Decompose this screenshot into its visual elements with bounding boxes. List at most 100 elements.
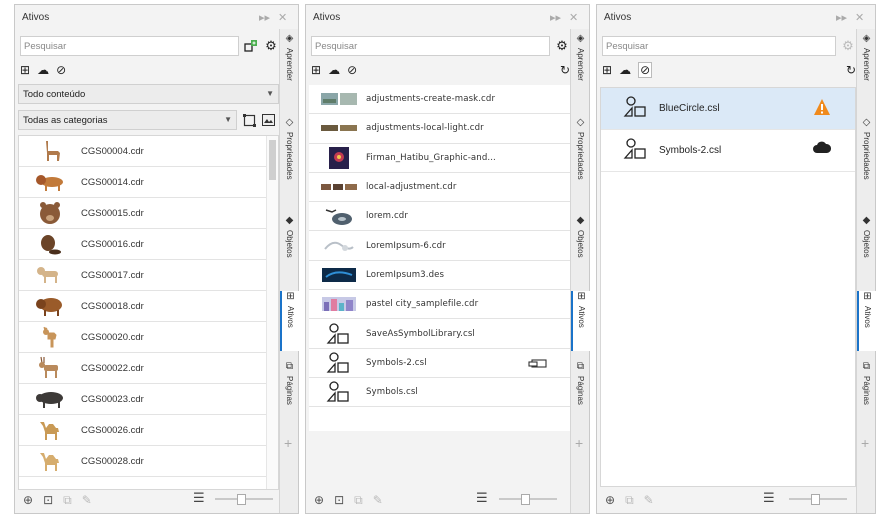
- local-network-icon[interactable]: ⊞: [20, 63, 30, 77]
- warning-icon[interactable]: [813, 98, 831, 119]
- expand-icon[interactable]: ▸▸: [259, 11, 270, 24]
- refresh-icon[interactable]: ↻: [560, 63, 570, 77]
- list-item[interactable]: CGS00023.cdr: [19, 384, 278, 415]
- gear-icon[interactable]: ⚙: [263, 37, 279, 55]
- list-item[interactable]: local-adjustment.cdr: [309, 173, 570, 203]
- search-input[interactable]: Pesquisar: [311, 36, 550, 56]
- list-item[interactable]: Symbols.csl: [309, 378, 570, 408]
- new-folder-icon[interactable]: ⊡: [43, 493, 53, 507]
- new-library-icon[interactable]: ⊕: [314, 493, 324, 507]
- tab-ativos[interactable]: ⊞ Ativos: [857, 291, 876, 351]
- new-library-icon[interactable]: ⊕: [23, 493, 33, 507]
- list-item[interactable]: pastel city_samplefile.cdr: [309, 290, 570, 320]
- refresh-icon[interactable]: ↻: [846, 63, 856, 77]
- close-icon[interactable]: ✕: [278, 11, 287, 24]
- list-item[interactable]: CGS00004.cdr: [19, 136, 278, 167]
- local-network-icon[interactable]: ⊞: [602, 63, 612, 77]
- tab-aprender[interactable]: ◈ Aprender: [857, 33, 876, 97]
- list-item[interactable]: LoremIpsum-6.cdr: [309, 231, 570, 261]
- tab-ativos[interactable]: ⊞ Ativos: [280, 291, 299, 351]
- add-tab-icon[interactable]: +: [575, 435, 583, 451]
- tab-paginas[interactable]: ⧉ Páginas: [857, 361, 876, 423]
- item-name: Firman_Hatibu_Graphic-and...: [366, 152, 496, 163]
- slider-knob[interactable]: [237, 494, 246, 505]
- category-dropdown[interactable]: Todas as categorias ▼: [18, 110, 237, 130]
- image-view-icon[interactable]: [260, 111, 276, 129]
- tab-propriedades[interactable]: ◇ Propriedades: [280, 117, 299, 201]
- list-item[interactable]: CGS00028.cdr: [19, 446, 278, 477]
- list-item[interactable]: Firman_Hatibu_Graphic-and...: [309, 144, 570, 173]
- tab-ativos[interactable]: ⊞ Ativos: [571, 291, 590, 351]
- thumbnail-size-slider[interactable]: [789, 494, 847, 505]
- add-tab-icon[interactable]: +: [284, 435, 292, 451]
- copy-icon[interactable]: ⧉: [625, 493, 634, 508]
- copy-icon[interactable]: ⧉: [63, 493, 72, 508]
- tab-paginas[interactable]: ⧉ Páginas: [571, 361, 590, 423]
- list-view-icon[interactable]: ☰: [763, 491, 775, 506]
- cloud-icon[interactable]: ☁: [37, 63, 49, 77]
- item-name: Symbols-2.csl: [659, 145, 722, 156]
- new-folder-icon[interactable]: ⊡: [334, 493, 344, 507]
- close-icon[interactable]: ✕: [855, 11, 864, 24]
- link-icon[interactable]: ⊘: [347, 63, 357, 77]
- edit-icon[interactable]: ✎: [644, 493, 654, 507]
- thumbnail-size-slider[interactable]: [215, 494, 273, 505]
- tab-aprender[interactable]: ◈ Aprender: [571, 33, 590, 97]
- list-view-icon[interactable]: ☰: [193, 491, 205, 506]
- lion-icon: [32, 170, 68, 194]
- list-item[interactable]: CGS00015.cdr: [19, 198, 278, 229]
- tab-objetos[interactable]: ◆ Objetos: [857, 215, 876, 275]
- cloud-icon[interactable]: [813, 140, 832, 157]
- tab-aprender[interactable]: ◈ Aprender: [280, 33, 299, 97]
- item-name: lorem.cdr: [366, 211, 408, 222]
- copy-icon[interactable]: ⧉: [354, 493, 363, 508]
- list-item[interactable]: CGS00020.cdr: [19, 322, 278, 353]
- list-item[interactable]: adjustments-create-mask.cdr: [309, 85, 570, 115]
- local-network-icon[interactable]: ⊞: [311, 63, 321, 77]
- cloud-icon[interactable]: ☁: [328, 63, 340, 77]
- scrollbar-thumb[interactable]: [269, 140, 276, 180]
- close-icon[interactable]: ✕: [569, 11, 578, 24]
- add-tab-icon[interactable]: +: [861, 435, 869, 451]
- scrollbar[interactable]: [266, 136, 278, 489]
- frame-icon[interactable]: [241, 111, 257, 129]
- new-library-icon[interactable]: ⊕: [605, 493, 615, 507]
- list-item[interactable]: lorem.cdr: [309, 202, 570, 232]
- expand-icon[interactable]: ▸▸: [836, 11, 847, 24]
- content-filter-dropdown[interactable]: Todo conteúdo ▼: [18, 84, 279, 104]
- asset-list: adjustments-create-mask.cdr adjustments-…: [309, 85, 570, 431]
- list-item[interactable]: adjustments-local-light.cdr: [309, 114, 570, 144]
- tab-objetos[interactable]: ◆ Objetos: [571, 215, 590, 275]
- docker-tabs: ◈ Aprender ◇ Propriedades ◆ Objetos ⊞ At…: [279, 29, 299, 513]
- gear-icon[interactable]: ⚙: [840, 37, 856, 55]
- link-icon[interactable]: ⊘: [638, 62, 653, 78]
- list-item[interactable]: CGS00018.cdr: [19, 291, 278, 322]
- list-item[interactable]: CGS00014.cdr: [19, 167, 278, 198]
- tab-objetos[interactable]: ◆ Objetos: [280, 215, 299, 275]
- add-source-icon[interactable]: [243, 37, 259, 55]
- thumbnail-size-slider[interactable]: [499, 494, 557, 505]
- search-input[interactable]: Pesquisar: [602, 36, 836, 56]
- list-item[interactable]: CGS00016.cdr: [19, 229, 278, 260]
- tab-paginas[interactable]: ⧉ Páginas: [280, 361, 299, 423]
- link-icon[interactable]: ⊘: [56, 63, 66, 77]
- list-item[interactable]: SaveAsSymbolLibrary.csl: [309, 319, 570, 349]
- tab-propriedades[interactable]: ◇ Propriedades: [571, 117, 590, 201]
- list-item[interactable]: CGS00017.cdr: [19, 260, 278, 291]
- expand-icon[interactable]: ▸▸: [550, 11, 561, 24]
- list-item[interactable]: Symbols-2.csl: [309, 349, 570, 378]
- list-item[interactable]: CGS00026.cdr: [19, 415, 278, 446]
- list-item[interactable]: BlueCircle.csl: [601, 88, 855, 130]
- list-view-icon[interactable]: ☰: [476, 491, 488, 506]
- slider-knob[interactable]: [521, 494, 530, 505]
- tab-propriedades[interactable]: ◇ Propriedades: [857, 117, 876, 201]
- gear-icon[interactable]: ⚙: [554, 37, 570, 55]
- list-item[interactable]: Symbols-2.csl: [601, 130, 855, 172]
- list-item[interactable]: CGS00022.cdr: [19, 353, 278, 384]
- edit-icon[interactable]: ✎: [373, 493, 383, 507]
- slider-knob[interactable]: [811, 494, 820, 505]
- search-input[interactable]: Pesquisar: [20, 36, 239, 56]
- list-item[interactable]: LoremIpsum3.des: [309, 261, 570, 291]
- edit-icon[interactable]: ✎: [82, 493, 92, 507]
- cloud-icon[interactable]: ☁: [619, 63, 631, 77]
